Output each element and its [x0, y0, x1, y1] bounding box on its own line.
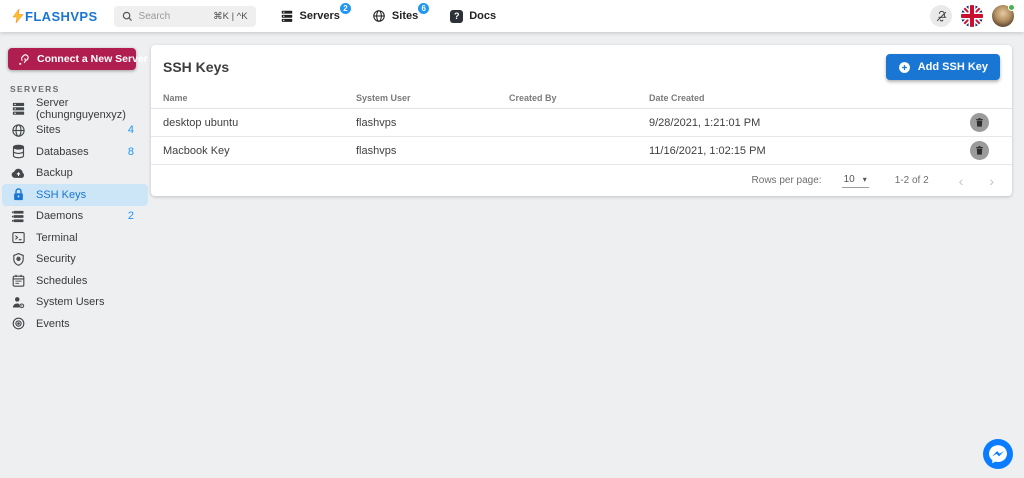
- uk-flag-icon: [961, 5, 983, 27]
- trash-icon: [974, 117, 985, 128]
- sidebar-item-events[interactable]: Events: [2, 313, 148, 335]
- sidebar-item-label: System Users: [36, 296, 104, 308]
- rows-per-page-label: Rows per page:: [752, 175, 822, 186]
- nav-sites-label: Sites: [392, 10, 418, 22]
- sidebar-item-server[interactable]: Server (chungnguyenxyz): [2, 98, 148, 120]
- server-rack-icon: [11, 101, 26, 116]
- sidebar-item-backup[interactable]: Backup: [2, 163, 148, 185]
- ssh-key-date-created: 11/16/2021, 1:02:15 PM: [649, 145, 970, 157]
- lightning-bolt-icon: [12, 9, 24, 23]
- ssh-key-name: desktop ubuntu: [163, 117, 356, 129]
- rows-per-page-value: 10: [844, 174, 855, 185]
- sidebar-item-label: Schedules: [36, 275, 87, 287]
- column-header-created-by: Created By: [509, 93, 649, 103]
- docs-icon: ?: [450, 10, 463, 23]
- sidebar: Connect a New Server SERVERS Server (chu…: [0, 32, 150, 335]
- ssh-key-date-created: 9/28/2021, 1:21:01 PM: [649, 117, 970, 129]
- messenger-chat-button[interactable]: [982, 438, 1014, 470]
- sidebar-item-ssh-keys[interactable]: SSH Keys: [2, 184, 148, 206]
- calendar-icon: [11, 273, 26, 288]
- link-plus-icon: [17, 53, 30, 66]
- nav-sites[interactable]: Sites 6: [372, 9, 426, 23]
- table-header-row: Name System User Created By Date Created: [151, 88, 1012, 109]
- online-status-dot: [1008, 4, 1015, 11]
- column-header-system-user: System User: [356, 93, 509, 103]
- main-content: SSH Keys Add SSH Key Name System User Cr…: [151, 32, 1024, 478]
- sidebar-item-security[interactable]: Security: [2, 249, 148, 271]
- sidebar-item-label: SSH Keys: [36, 189, 86, 201]
- table-pagination: Rows per page: 10 ▾ 1-2 of 2 ‹ ›: [151, 165, 1012, 196]
- daemons-icon: [11, 209, 26, 224]
- database-icon: [11, 144, 26, 159]
- nav-docs-label: Docs: [469, 10, 496, 22]
- daemons-count: 2: [128, 210, 142, 222]
- chevron-down-icon: ▾: [863, 175, 867, 184]
- sidebar-section-label: SERVERS: [10, 84, 150, 94]
- sidebar-item-daemons[interactable]: Daemons 2: [2, 206, 148, 228]
- notifications-off-icon: [935, 10, 948, 23]
- connect-new-server-label: Connect a New Server: [37, 53, 148, 65]
- sidebar-item-label: Server (chungnguyenxyz): [36, 97, 142, 121]
- user-gear-icon: [11, 295, 26, 310]
- user-avatar[interactable]: [992, 5, 1014, 27]
- delete-ssh-key-button[interactable]: [970, 113, 989, 132]
- sites-count-badge: 6: [417, 2, 430, 15]
- previous-page-button[interactable]: ‹: [955, 173, 968, 189]
- sidebar-item-label: Sites: [36, 124, 60, 136]
- pagination-range: 1-2 of 2: [895, 175, 929, 186]
- sidebar-item-label: Terminal: [36, 232, 78, 244]
- ssh-keys-card: SSH Keys Add SSH Key Name System User Cr…: [151, 45, 1012, 196]
- lock-icon: [11, 187, 26, 202]
- cloud-backup-icon: [11, 166, 26, 181]
- flashvps-logo[interactable]: FLASHVPS: [12, 9, 98, 24]
- sidebar-item-label: Events: [36, 318, 70, 330]
- terminal-icon: [11, 230, 26, 245]
- nav-servers-label: Servers: [300, 10, 340, 22]
- sidebar-item-databases[interactable]: Databases 8: [2, 141, 148, 163]
- globe-icon: [372, 9, 386, 23]
- next-page-button[interactable]: ›: [985, 173, 998, 189]
- sidebar-item-terminal[interactable]: Terminal: [2, 227, 148, 249]
- nav-servers[interactable]: Servers 2: [280, 9, 348, 23]
- search-input[interactable]: [139, 11, 201, 22]
- server-rack-icon: [280, 9, 294, 23]
- language-flag-button[interactable]: [961, 5, 983, 27]
- sidebar-item-label: Databases: [36, 146, 89, 158]
- table-row: Macbook Key flashvps 11/16/2021, 1:02:15…: [151, 137, 1012, 165]
- trash-icon: [974, 145, 985, 156]
- search-box[interactable]: ⌘K | ^K: [114, 6, 256, 27]
- sidebar-item-system-users[interactable]: System Users: [2, 292, 148, 314]
- globe-icon: [11, 123, 26, 138]
- nav-docs[interactable]: ? Docs: [450, 10, 504, 23]
- table-row: desktop ubuntu flashvps 9/28/2021, 1:21:…: [151, 109, 1012, 137]
- sidebar-item-schedules[interactable]: Schedules: [2, 270, 148, 292]
- search-shortcut: ⌘K | ^K: [213, 11, 247, 22]
- databases-count: 8: [128, 146, 142, 158]
- messenger-icon: [982, 438, 1014, 473]
- connect-new-server-button[interactable]: Connect a New Server: [8, 48, 136, 70]
- servers-count-badge: 2: [339, 2, 352, 15]
- plus-circle-icon: [898, 61, 911, 74]
- search-icon: [122, 11, 133, 22]
- rows-per-page-select[interactable]: 10 ▾: [842, 173, 869, 188]
- sidebar-item-sites[interactable]: Sites 4: [2, 120, 148, 142]
- notifications-off-button[interactable]: [930, 5, 952, 27]
- ssh-key-system-user: flashvps: [356, 117, 509, 129]
- column-header-date-created: Date Created: [649, 93, 970, 103]
- page-title: SSH Keys: [163, 59, 229, 75]
- sidebar-item-label: Security: [36, 253, 76, 265]
- ssh-key-system-user: flashvps: [356, 145, 509, 157]
- add-ssh-key-button[interactable]: Add SSH Key: [886, 54, 1000, 80]
- logo-text: FLASHVPS: [25, 9, 98, 24]
- sites-count: 4: [128, 124, 142, 136]
- shield-icon: [11, 252, 26, 267]
- column-header-name: Name: [163, 93, 356, 103]
- events-icon: [11, 316, 26, 331]
- ssh-key-name: Macbook Key: [163, 145, 356, 157]
- sidebar-item-label: Daemons: [36, 210, 83, 222]
- sidebar-item-label: Backup: [36, 167, 73, 179]
- top-bar: FLASHVPS ⌘K | ^K Servers 2 Sites 6 ? Doc…: [0, 0, 1024, 32]
- delete-ssh-key-button[interactable]: [970, 141, 989, 160]
- add-ssh-key-label: Add SSH Key: [918, 61, 988, 73]
